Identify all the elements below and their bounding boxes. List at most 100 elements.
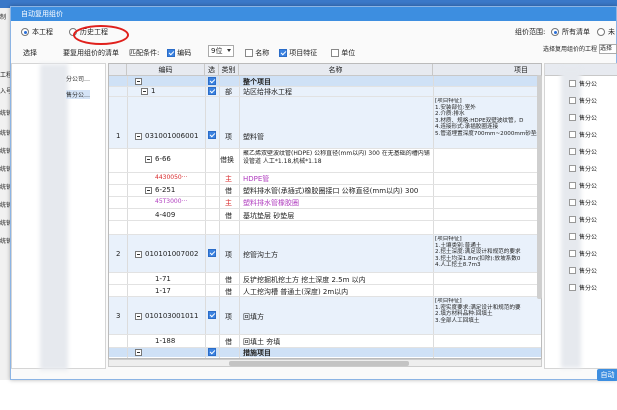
name-checkbox[interactable]: 名称 xyxy=(245,48,269,58)
grid-line xyxy=(109,347,541,348)
red-highlight-annotation xyxy=(73,25,129,45)
row-code: 6-251 xyxy=(155,186,176,194)
right-panel-checkbox[interactable] xyxy=(569,250,576,257)
feature-checkbox[interactable]: 项目特征 xyxy=(279,48,317,58)
row-feature: [项目特征] 1.密实度要求:满足设计和规范的要 2.填方材料品种:回填土 3.… xyxy=(435,298,521,324)
row-category: 借 xyxy=(225,212,232,220)
collapse-toggle-icon[interactable] xyxy=(145,187,152,194)
radio-current-project[interactable]: 本工程 xyxy=(21,27,53,37)
header-category: 类别 xyxy=(219,64,239,76)
row-code: 45T3000··· xyxy=(155,198,188,205)
right-panel-checkbox[interactable] xyxy=(569,131,576,138)
right-panel-item: 售分公 xyxy=(579,217,598,224)
row-code: 4430050··· xyxy=(155,174,188,181)
right-panel-item: 售分公 xyxy=(579,285,598,292)
unit-checkbox[interactable]: 单位 xyxy=(331,48,355,58)
right-panel-checkbox[interactable] xyxy=(569,284,576,291)
right-panel-item: 售分公 xyxy=(579,268,598,275)
right-panel-checkbox[interactable] xyxy=(569,182,576,189)
grid-line xyxy=(433,76,434,358)
row-checkbox[interactable] xyxy=(208,249,216,257)
row-category: 部 xyxy=(225,88,232,96)
row-code: 1 xyxy=(151,87,156,95)
row-code: 010101007002 xyxy=(145,250,199,258)
feature-checkbox-label: 项目特征 xyxy=(289,49,318,57)
row-checkbox[interactable] xyxy=(208,131,216,139)
radio-all-bills[interactable]: 所有清单 xyxy=(551,27,590,37)
right-panel-item: 售分公 xyxy=(579,251,598,258)
left-panel-item[interactable]: 分公司… xyxy=(66,74,90,83)
collapse-toggle-icon[interactable] xyxy=(141,88,148,95)
collapse-toggle-icon[interactable] xyxy=(135,133,142,140)
right-panel-select-button[interactable]: 选择 xyxy=(599,44,617,54)
left-project-panel: 分公司… 售分公… xyxy=(11,63,106,370)
row-feature: [项目特征] 1.安装部位:室外 2.介质:排水 3.材质、规格:HDPE双壁波… xyxy=(435,98,542,137)
row-code: 1-188 xyxy=(155,337,176,345)
right-panel-checkbox[interactable] xyxy=(569,233,576,240)
row-name: 挖管沟土方 xyxy=(243,251,278,259)
collapse-toggle-icon[interactable] xyxy=(135,251,142,258)
row-checkbox[interactable] xyxy=(208,348,216,356)
grid-horizontal-scrollbar[interactable] xyxy=(108,359,542,367)
auto-reuse-button[interactable]: 自动 xyxy=(597,369,617,381)
collapse-toggle-icon[interactable] xyxy=(135,349,142,356)
scope-label: 组价范围: xyxy=(515,28,546,36)
checkbox-unchecked-icon xyxy=(331,49,339,57)
collapse-toggle-icon[interactable] xyxy=(135,78,142,85)
filter-hint: 要复用组价的清单 xyxy=(63,49,119,57)
row-category: 项 xyxy=(225,133,232,141)
radio-unpriced[interactable]: 未 xyxy=(597,27,615,37)
right-panel-checkbox[interactable] xyxy=(569,148,576,155)
right-panel-checkbox[interactable] xyxy=(569,97,576,104)
right-panel-item: 售分公 xyxy=(579,132,598,139)
right-panel-item: 售分公 xyxy=(579,166,598,173)
row-name: HDPE管 xyxy=(243,175,270,183)
row-name: 基坑垫层 砂垫层 xyxy=(243,212,295,220)
grid-line xyxy=(109,334,541,335)
row-checkbox[interactable] xyxy=(208,311,216,319)
row-bg xyxy=(109,347,541,357)
chevron-down-icon xyxy=(227,49,231,52)
match-condition-label: 匹配条件: xyxy=(129,49,160,57)
row-name: 聚乙烯双壁波纹管(HDPE) 公称直径(mm以内) 300 在无基础的槽内铺设管… xyxy=(243,150,430,165)
row-name: 回填方 xyxy=(243,313,264,321)
grid-line xyxy=(109,184,541,185)
grid-line xyxy=(109,96,541,97)
collapse-toggle-icon[interactable] xyxy=(135,313,142,320)
right-panel-checkbox[interactable] xyxy=(569,216,576,223)
code-checkbox[interactable]: 编码 xyxy=(167,48,191,58)
grid-line xyxy=(109,272,541,273)
blurred-region xyxy=(40,64,68,370)
grid-line xyxy=(219,76,220,358)
right-panel-item: 售分公 xyxy=(579,234,598,241)
row-checkbox[interactable] xyxy=(208,87,216,95)
row-category: 借 xyxy=(225,288,232,296)
header-select: 选择 xyxy=(205,64,219,86)
row-seq: 2 xyxy=(116,250,121,258)
right-panel-checkbox[interactable] xyxy=(569,199,576,206)
header-seq xyxy=(109,64,127,76)
select-label: 选择 xyxy=(23,49,37,57)
left-panel-item[interactable]: 售分公… xyxy=(66,90,91,99)
row-seq: 1 xyxy=(116,132,121,140)
right-panel-checkbox[interactable] xyxy=(569,80,576,87)
grid-line xyxy=(109,148,541,149)
right-panel-item: 售分公 xyxy=(579,98,598,105)
scrollbar-thumb[interactable] xyxy=(229,361,409,366)
radio-label: 未 xyxy=(608,28,615,36)
grid-vertical-scrollbar[interactable] xyxy=(537,75,542,299)
right-panel-checkbox[interactable] xyxy=(569,165,576,172)
row-name: 整个项目 xyxy=(243,78,271,86)
collapse-toggle-icon[interactable] xyxy=(145,156,152,163)
code-level-value: 9位 xyxy=(211,47,223,55)
bill-grid: 编码 选择 类别 名称 项目 整个项目 xyxy=(108,63,542,359)
row-category: 项 xyxy=(225,251,232,259)
grid-line xyxy=(239,76,240,358)
right-panel-checkbox[interactable] xyxy=(569,267,576,274)
code-level-select[interactable]: 9位 xyxy=(208,45,234,57)
row-category: 借 xyxy=(225,276,232,284)
row-bg xyxy=(109,76,541,86)
row-checkbox[interactable] xyxy=(208,77,216,85)
row-name: 站区给排水工程 xyxy=(243,88,292,96)
right-panel-checkbox[interactable] xyxy=(569,114,576,121)
